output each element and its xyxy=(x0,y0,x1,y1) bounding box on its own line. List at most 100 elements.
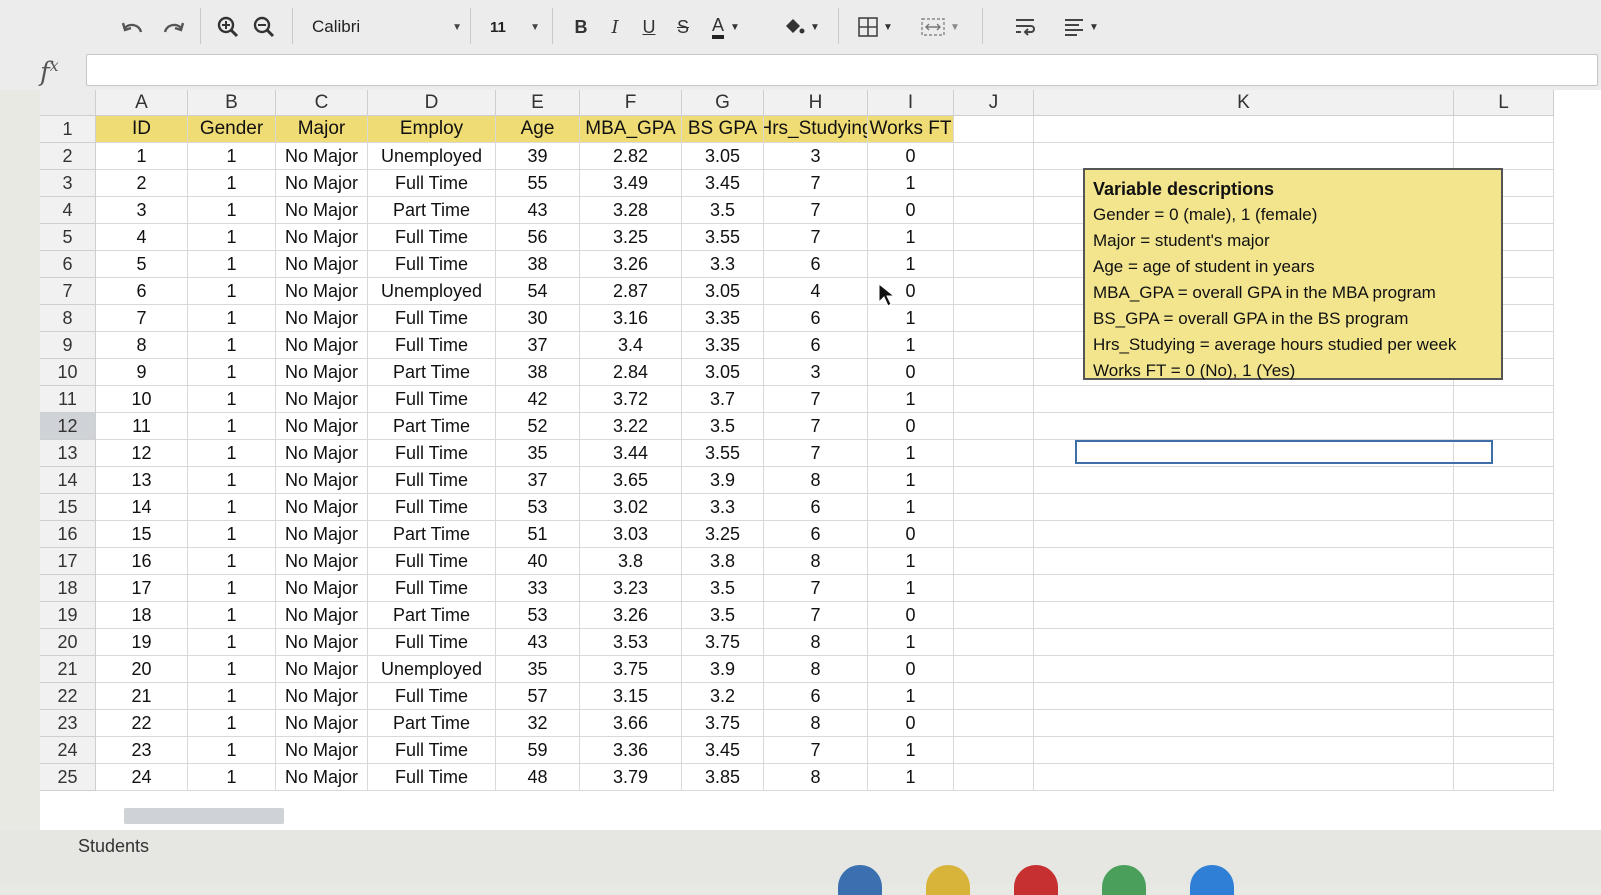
data-cell[interactable]: 1 xyxy=(868,440,954,467)
data-cell[interactable]: 1 xyxy=(188,224,276,251)
data-cell[interactable]: No Major xyxy=(276,251,368,278)
empty-cell[interactable] xyxy=(1034,656,1454,683)
data-cell[interactable]: 1 xyxy=(188,413,276,440)
header-cell[interactable]: MBA_GPA xyxy=(580,116,682,143)
empty-cell[interactable] xyxy=(1454,764,1554,791)
data-cell[interactable]: 53 xyxy=(496,602,580,629)
app-icon[interactable] xyxy=(1190,865,1234,895)
data-cell[interactable]: 6 xyxy=(96,278,188,305)
data-cell[interactable]: Part Time xyxy=(368,602,496,629)
data-cell[interactable]: No Major xyxy=(276,683,368,710)
column-header[interactable]: J xyxy=(954,90,1034,116)
header-cell[interactable]: Major xyxy=(276,116,368,143)
data-cell[interactable]: No Major xyxy=(276,143,368,170)
data-cell[interactable]: 1 xyxy=(96,143,188,170)
data-cell[interactable]: No Major xyxy=(276,440,368,467)
data-cell[interactable]: 3.25 xyxy=(580,224,682,251)
row-header[interactable]: 1 xyxy=(40,116,96,143)
redo-icon[interactable] xyxy=(158,14,188,40)
data-cell[interactable]: 19 xyxy=(96,629,188,656)
empty-cell[interactable] xyxy=(954,224,1034,251)
data-cell[interactable]: No Major xyxy=(276,575,368,602)
empty-cell[interactable] xyxy=(954,656,1034,683)
data-cell[interactable]: 9 xyxy=(96,359,188,386)
data-cell[interactable]: 57 xyxy=(496,683,580,710)
borders-button[interactable]: ▼ xyxy=(852,14,898,40)
wrap-text-icon[interactable] xyxy=(1010,14,1040,40)
column-header[interactable]: K xyxy=(1034,90,1454,116)
data-cell[interactable]: 3.26 xyxy=(580,251,682,278)
data-cell[interactable]: Full Time xyxy=(368,224,496,251)
empty-cell[interactable] xyxy=(1454,494,1554,521)
function-icon[interactable]: fx xyxy=(40,56,59,88)
data-cell[interactable]: 51 xyxy=(496,521,580,548)
data-cell[interactable]: 1 xyxy=(188,494,276,521)
data-cell[interactable]: 43 xyxy=(496,629,580,656)
data-cell[interactable]: 3.55 xyxy=(682,224,764,251)
zoom-in-icon[interactable] xyxy=(214,14,242,40)
horizontal-scrollbar[interactable] xyxy=(124,808,284,824)
empty-cell[interactable] xyxy=(1034,764,1454,791)
row-header[interactable]: 10 xyxy=(40,359,96,386)
data-cell[interactable]: 3.75 xyxy=(682,629,764,656)
data-cell[interactable]: 3.05 xyxy=(682,143,764,170)
data-cell[interactable]: 16 xyxy=(96,548,188,575)
data-cell[interactable]: 8 xyxy=(764,629,868,656)
data-cell[interactable]: 1 xyxy=(188,143,276,170)
header-cell[interactable]: Works FT xyxy=(868,116,954,143)
underline-button[interactable]: U xyxy=(638,14,660,40)
row-header[interactable]: 14 xyxy=(40,467,96,494)
data-cell[interactable]: 0 xyxy=(868,602,954,629)
data-cell[interactable]: Unemployed xyxy=(368,656,496,683)
data-cell[interactable]: 1 xyxy=(868,467,954,494)
data-cell[interactable]: 53 xyxy=(496,494,580,521)
data-cell[interactable]: 1 xyxy=(188,629,276,656)
data-cell[interactable]: No Major xyxy=(276,386,368,413)
undo-icon[interactable] xyxy=(118,14,148,40)
data-cell[interactable]: 7 xyxy=(764,602,868,629)
empty-cell[interactable] xyxy=(954,494,1034,521)
app-icon[interactable] xyxy=(1014,865,1058,895)
data-cell[interactable]: 0 xyxy=(868,521,954,548)
data-cell[interactable]: No Major xyxy=(276,467,368,494)
column-header[interactable]: I xyxy=(868,90,954,116)
empty-cell[interactable] xyxy=(954,278,1034,305)
data-cell[interactable]: 1 xyxy=(868,764,954,791)
header-cell[interactable]: Employ xyxy=(368,116,496,143)
data-cell[interactable]: 1 xyxy=(188,710,276,737)
data-cell[interactable]: 38 xyxy=(496,359,580,386)
italic-button[interactable]: I xyxy=(604,14,626,40)
empty-cell[interactable] xyxy=(954,143,1034,170)
data-cell[interactable]: 3.35 xyxy=(682,332,764,359)
data-cell[interactable]: 3.72 xyxy=(580,386,682,413)
data-cell[interactable]: 35 xyxy=(496,656,580,683)
column-header[interactable]: F xyxy=(580,90,682,116)
data-cell[interactable]: 3 xyxy=(764,359,868,386)
data-cell[interactable]: 3.85 xyxy=(682,764,764,791)
data-cell[interactable]: 3.7 xyxy=(682,386,764,413)
empty-cell[interactable] xyxy=(954,413,1034,440)
data-cell[interactable]: 1 xyxy=(188,575,276,602)
data-cell[interactable]: 3.36 xyxy=(580,737,682,764)
data-cell[interactable]: No Major xyxy=(276,332,368,359)
data-cell[interactable]: 1 xyxy=(868,737,954,764)
active-cell-selection[interactable] xyxy=(1075,440,1493,464)
row-header[interactable]: 18 xyxy=(40,575,96,602)
data-cell[interactable]: 3.45 xyxy=(682,737,764,764)
data-cell[interactable]: Full Time xyxy=(368,548,496,575)
data-cell[interactable]: 3.2 xyxy=(682,683,764,710)
data-cell[interactable]: 1 xyxy=(868,224,954,251)
data-cell[interactable]: 3.5 xyxy=(682,575,764,602)
data-cell[interactable]: 3.02 xyxy=(580,494,682,521)
data-cell[interactable]: 8 xyxy=(764,548,868,575)
data-cell[interactable]: 3.03 xyxy=(580,521,682,548)
data-cell[interactable]: Full Time xyxy=(368,467,496,494)
data-cell[interactable]: 1 xyxy=(188,278,276,305)
empty-cell[interactable] xyxy=(1034,602,1454,629)
data-cell[interactable]: 1 xyxy=(868,629,954,656)
data-cell[interactable]: 30 xyxy=(496,305,580,332)
data-cell[interactable]: 7 xyxy=(764,224,868,251)
data-cell[interactable]: 3.22 xyxy=(580,413,682,440)
empty-cell[interactable] xyxy=(1034,386,1454,413)
data-cell[interactable]: 10 xyxy=(96,386,188,413)
